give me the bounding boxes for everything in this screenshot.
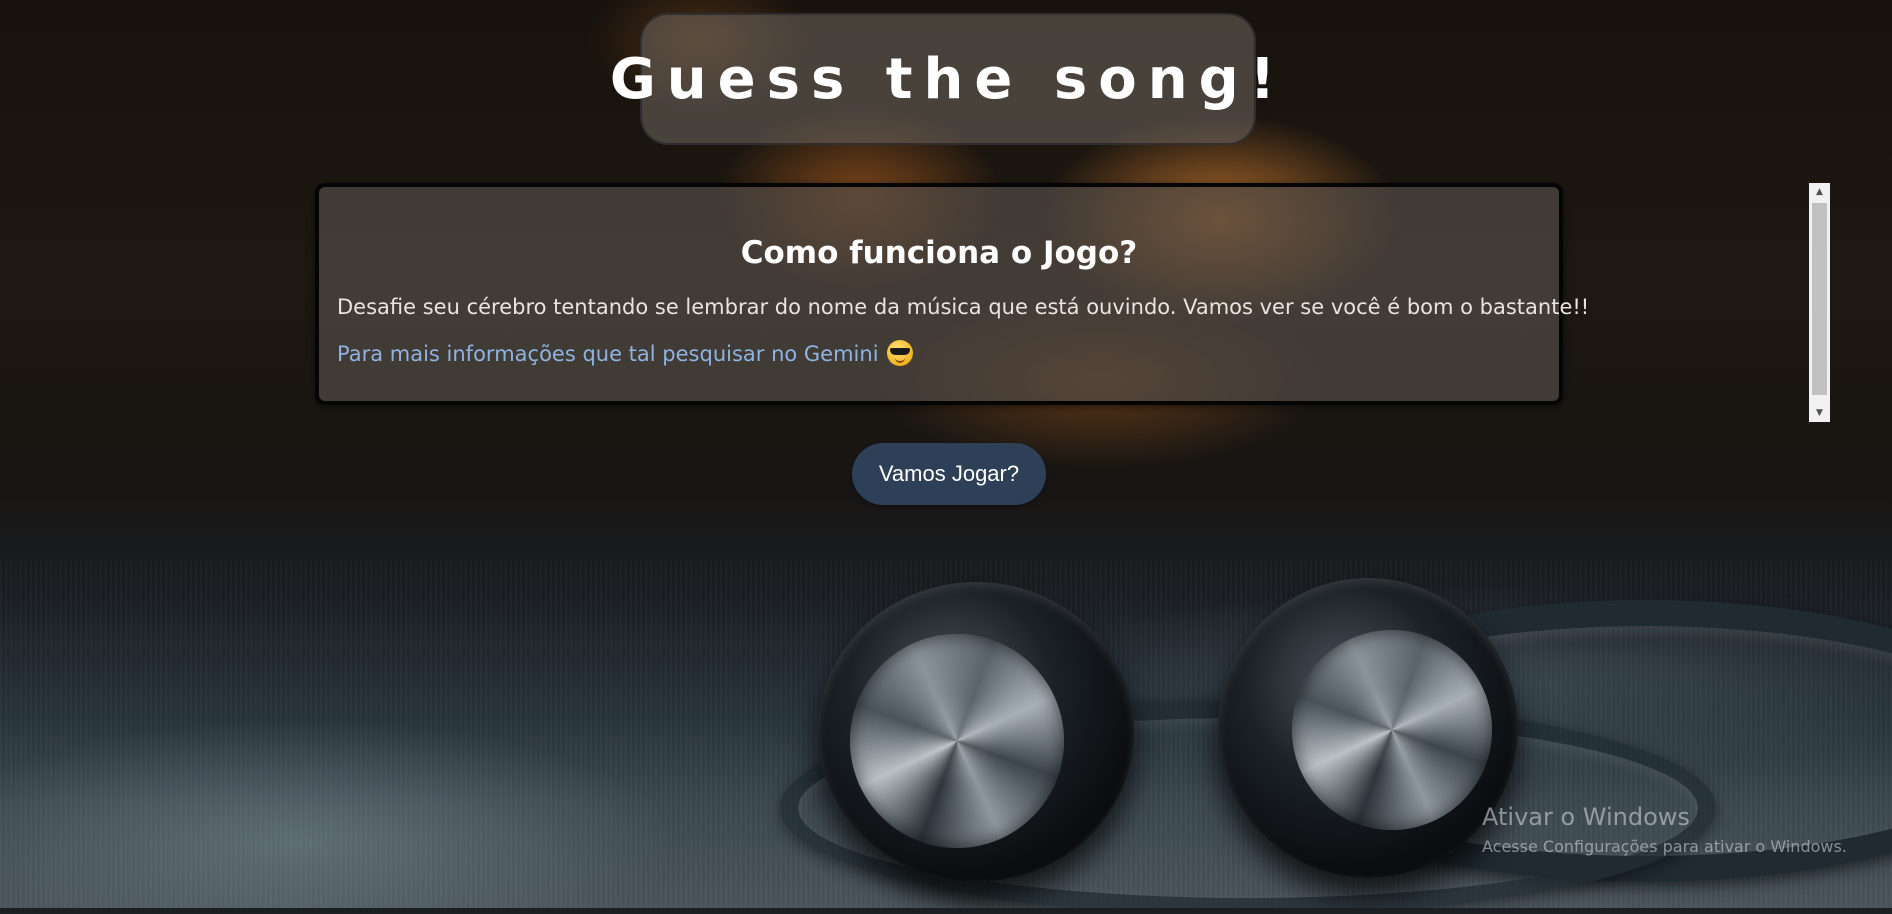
- info-heading: Como funciona o Jogo?: [740, 235, 1138, 271]
- scroll-up-icon[interactable]: ▲: [1809, 183, 1830, 201]
- page-title: Guess the song!: [609, 46, 1287, 112]
- info-description: Desafie seu cérebro tentando se lembrar …: [337, 295, 1590, 319]
- panel-scrollbar[interactable]: ▲ ▼: [1809, 183, 1830, 422]
- left-earbud: [818, 582, 1134, 882]
- bottom-strip: [0, 908, 1892, 914]
- title-box: Guess the song!: [610, 13, 1275, 145]
- smiling-face-with-sunglasses-icon: [886, 340, 913, 366]
- gemini-link-text[interactable]: Para mais informações que tal pesquisar …: [337, 342, 879, 366]
- windows-activation-watermark: Ativar o Windows Acesse Configurações pa…: [1482, 803, 1847, 856]
- info-panel: Como funciona o Jogo? Desafie seu cérebr…: [315, 183, 1590, 405]
- watermark-title: Ativar o Windows: [1482, 803, 1690, 831]
- gemini-link[interactable]: Para mais informações que tal pesquisar …: [337, 342, 879, 366]
- right-earbud: [1218, 578, 1518, 878]
- scroll-down-icon[interactable]: ▼: [1809, 404, 1830, 422]
- watermark-subtitle: Acesse Configurações para ativar o Windo…: [1482, 837, 1847, 856]
- play-button[interactable]: Vamos Jogar?: [852, 443, 1046, 505]
- scrollbar-thumb[interactable]: [1812, 203, 1827, 395]
